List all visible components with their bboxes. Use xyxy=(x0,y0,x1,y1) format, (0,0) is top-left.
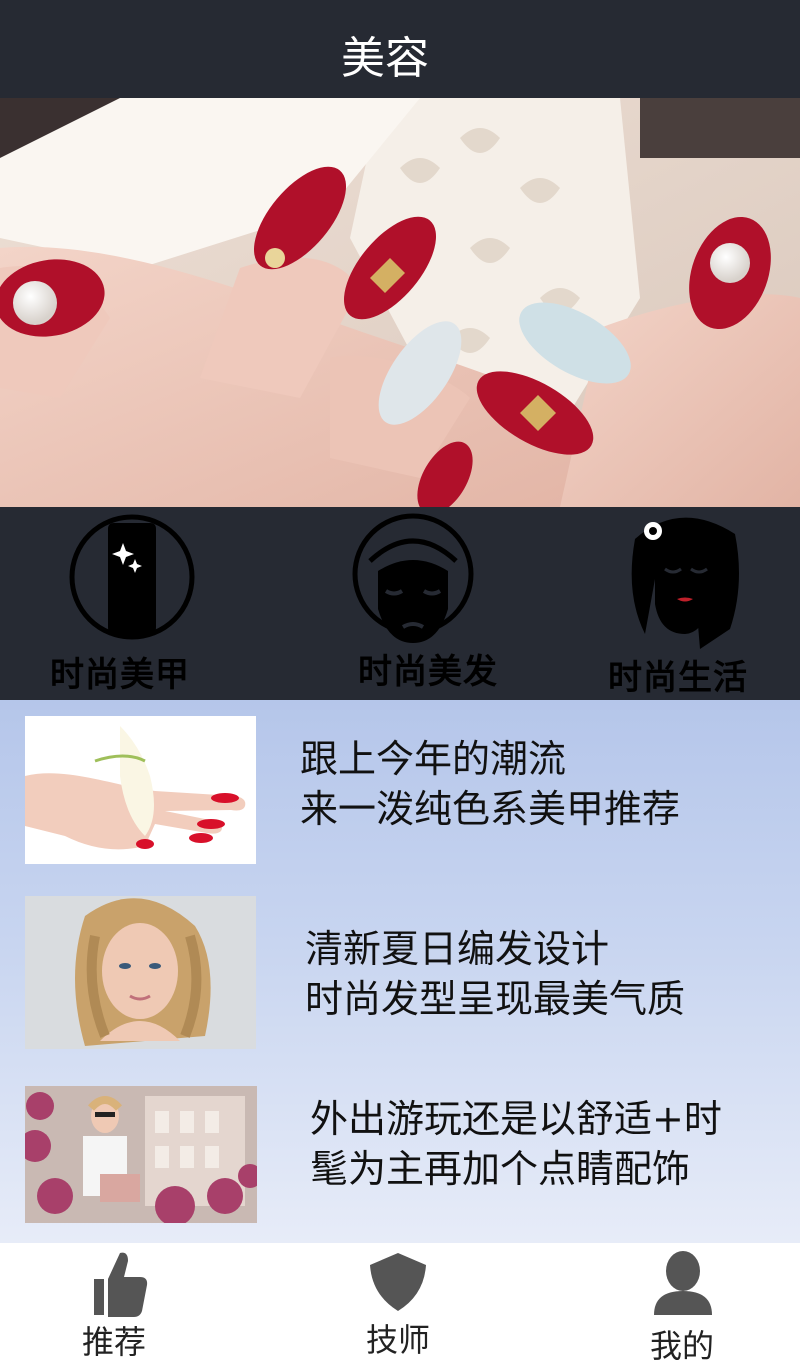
tab-technician[interactable]: 技师 xyxy=(320,1243,480,1361)
tab-recommend[interactable]: 推荐 xyxy=(40,1243,200,1361)
tab-label: 推荐 xyxy=(82,1323,147,1361)
shield-icon xyxy=(370,1253,426,1311)
category-hair[interactable]: 时尚美发 xyxy=(300,507,540,700)
nail-art-photo xyxy=(0,98,800,507)
tab-mine[interactable]: 我的 xyxy=(610,1243,770,1365)
tab-label: 我的 xyxy=(650,1327,715,1365)
article-feed: 跟上今年的潮流 来一泼纯色系美甲推荐 清新夏日编发设计 时尚发型呈现最美气质 外… xyxy=(0,700,800,1243)
article-title-line1: 外出游玩还是以舒适+时 xyxy=(310,1097,722,1141)
woman-face-icon xyxy=(631,517,739,649)
article-title-line1: 跟上今年的潮流 xyxy=(300,737,567,781)
category-label: 时尚生活 xyxy=(608,658,748,698)
article-thumbnail xyxy=(25,1086,257,1223)
hero-banner-image[interactable] xyxy=(0,98,800,507)
article-thumbnail xyxy=(25,896,256,1049)
category-label: 时尚美发 xyxy=(358,652,498,692)
article-title-line1: 清新夏日编发设计 xyxy=(305,927,610,971)
article-title-line2: 时尚发型呈现最美气质 xyxy=(305,977,686,1021)
page-title: 美容 xyxy=(341,33,429,84)
category-strip: 时尚美甲 时尚美发 时尚生活 xyxy=(0,507,800,700)
user-icon xyxy=(654,1251,712,1315)
nail-icon xyxy=(69,514,195,640)
category-life[interactable]: 时尚生活 xyxy=(560,507,800,700)
article-title-line2: 髦为主再加个点睛配饰 xyxy=(310,1147,691,1191)
article-thumbnail xyxy=(25,716,256,864)
bottom-tab-bar: 推荐 技师 我的 xyxy=(0,1243,800,1365)
category-label: 时尚美甲 xyxy=(50,655,190,695)
article-title-line2: 来一泼纯色系美甲推荐 xyxy=(300,787,681,831)
tab-label: 技师 xyxy=(366,1321,431,1359)
app-header: 美容 xyxy=(0,0,800,98)
category-nail[interactable]: 时尚美甲 xyxy=(20,507,260,700)
thumbs-up-icon xyxy=(94,1252,148,1317)
face-mask-icon xyxy=(352,513,474,643)
